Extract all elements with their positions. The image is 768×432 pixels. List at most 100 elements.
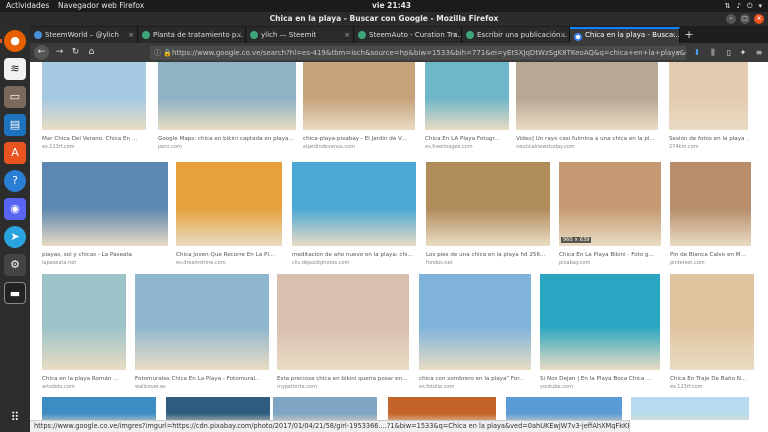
image-result[interactable]: 960 × 639 Chica En La Playa Bikini - Foto… [559,162,661,268]
sidebar-icon[interactable]: ▯ [722,45,736,60]
tab-planta[interactable]: Planta de tratamiento p... × [138,27,246,43]
image-result[interactable]: Chica en la playa Román ... artsdots.com [42,274,126,392]
image-result[interactable] [506,397,622,420]
tab-steemit[interactable]: ylich — Steemit × [246,27,354,43]
terminal-icon[interactable]: ▬ [4,282,26,304]
app-grid-icon[interactable]: ⠿ [4,406,26,428]
site-info-icon[interactable]: ⓘ 🔒 [154,46,172,60]
activities-button[interactable]: Actividades [6,0,49,12]
result-thumbnail[interactable] [273,397,377,420]
image-result[interactable]: Chica En LA Playa Fotogr... es.freeimages… [425,62,509,152]
result-caption[interactable]: meditación de año nuevo en la playa: chi… [292,252,416,258]
result-caption[interactable]: Video] Un rayo casi fulmina a una chica … [516,136,658,142]
result-thumbnail[interactable] [42,397,156,420]
result-thumbnail[interactable] [42,62,146,130]
image-result[interactable]: Fotomurales Chica En La Playa - Fotomura… [135,274,269,392]
result-caption[interactable]: Los pies de una chica en la playa hd 256… [426,252,550,258]
result-caption[interactable]: Chica En Traje De Baño N... [670,376,754,382]
result-thumbnail[interactable] [42,274,126,370]
close-icon[interactable]: × [128,27,134,43]
files-icon[interactable]: ▭ [4,86,26,108]
image-result[interactable]: Sesión de fotos en la playa ... 274km.com [669,62,748,152]
result-thumbnail[interactable] [277,274,409,370]
minimize-button[interactable]: – [726,14,736,24]
image-result[interactable]: Si Nos Dejan | En la Playa Boca Chica ..… [540,274,660,392]
result-thumbnail[interactable] [388,397,496,420]
writer-icon[interactable]: ▤ [4,114,26,136]
result-caption[interactable]: Fotomurales Chica En La Playa - Fotomura… [135,376,269,382]
maximize-button[interactable]: □ [740,14,750,24]
image-result[interactable] [273,397,377,420]
close-icon[interactable]: × [236,27,242,43]
tab-steemworld[interactable]: SteemWorld – @ylich × [30,27,138,43]
image-result[interactable] [388,397,496,420]
close-icon[interactable]: × [452,27,458,43]
software-center-icon[interactable]: A [4,142,26,164]
result-caption[interactable]: Pin de Blanca Calvo en M... [670,252,751,258]
tools-icon[interactable]: ⚙ [4,254,26,276]
result-thumbnail[interactable] [292,162,416,246]
close-icon[interactable]: × [344,27,350,43]
result-caption[interactable]: Chica Joven Que Recorre En La Pl... [176,252,282,258]
page-actions-icon[interactable]: ··· [670,45,684,60]
extension-icon[interactable]: ✦ [736,45,750,60]
system-tray[interactable]: ⇅ ♪ ⏻ ▾ [725,0,762,12]
image-result[interactable]: Esta preciosa chica en bikini quería pos… [277,274,409,392]
image-result[interactable]: Chica En Traje De Baño N... es.123rf.com [670,274,754,392]
image-result[interactable]: chica con sombrero en la playa" For... es… [419,274,531,392]
result-thumbnail[interactable] [540,274,660,370]
image-result[interactable]: Mar Chica Del Verano. Chica En ... es.123… [42,62,146,152]
back-button[interactable]: ← [34,45,49,60]
result-caption[interactable]: Chica En LA Playa Fotogr... [425,136,509,142]
image-result[interactable] [166,397,270,420]
telegram-icon[interactable]: ➤ [4,226,26,248]
image-result[interactable]: Google Maps: chica en bikini captada en … [158,62,296,152]
discord-icon[interactable]: ◉ [4,198,26,220]
result-caption[interactable]: chica con sombrero en la playa" For... [419,376,531,382]
help-icon[interactable]: ? [4,170,26,192]
close-button[interactable]: × [754,14,764,24]
steem-app-icon[interactable]: ≋ [4,58,26,80]
result-thumbnail[interactable] [559,162,661,246]
result-caption[interactable]: Si Nos Dejan | En la Playa Boca Chica ..… [540,376,660,382]
result-caption[interactable]: chica-playa-pixabay - El Jardín de V... [303,136,415,142]
result-thumbnail[interactable] [516,62,658,130]
image-result[interactable]: Chica Joven Que Recorre En La Pl... es.dr… [176,162,282,268]
menu-icon[interactable]: ≡ [752,45,766,60]
address-bar[interactable]: ⓘ 🔒 https://www.google.co.ve/search?hl=e… [150,46,686,60]
tab-steemauto[interactable]: SteemAuto - Curation Tra... × [354,27,462,43]
result-thumbnail[interactable] [158,62,296,130]
result-thumbnail[interactable] [426,162,550,246]
reload-button[interactable]: ↻ [68,45,83,60]
result-caption[interactable]: Mar Chica Del Verano. Chica En ... [42,136,146,142]
result-thumbnail[interactable] [42,162,168,246]
home-button[interactable]: ⌂ [84,45,99,60]
result-thumbnail[interactable] [176,162,282,246]
result-thumbnail[interactable] [506,397,622,420]
result-caption[interactable]: Esta preciosa chica en bikini quería pos… [277,376,409,382]
image-result[interactable] [42,397,156,420]
result-thumbnail[interactable] [303,62,415,130]
result-thumbnail[interactable] [669,62,748,130]
image-result[interactable]: Los pies de una chica en la playa hd 256… [426,162,550,268]
app-menu[interactable]: Navegador web Firefox [58,0,144,12]
image-result[interactable] [631,397,749,420]
forward-button[interactable]: → [52,45,67,60]
result-thumbnail[interactable] [166,397,270,420]
firefox-icon[interactable]: ● [0,30,26,52]
result-caption[interactable]: Sesión de fotos en la playa ... [669,136,748,142]
library-icon[interactable]: ⫼ [706,45,720,60]
image-result[interactable]: Video] Un rayo casi fulmina a una chica … [516,62,658,152]
tab-chica-en-la-playa[interactable]: Chica en la playa - Busca... × [570,27,680,43]
clock[interactable]: vie 21:43 [372,0,411,12]
close-icon[interactable]: × [560,27,566,43]
result-thumbnail[interactable] [670,162,751,246]
image-result[interactable]: meditación de año nuevo en la playa: chi… [292,162,416,268]
image-result[interactable]: playas, sol y chicas - La Paseata lapasea… [42,162,168,268]
result-thumbnail[interactable] [425,62,509,130]
download-icon[interactable]: ⬇ [690,45,704,60]
result-caption[interactable]: Google Maps: chica en bikini captada en … [158,136,296,142]
image-result[interactable]: chica-playa-pixabay - El Jardín de V... e… [303,62,415,152]
result-caption[interactable]: Chica en la playa Román ... [42,376,126,382]
result-caption[interactable]: Chica En La Playa Bikini - Foto g... [559,252,661,258]
